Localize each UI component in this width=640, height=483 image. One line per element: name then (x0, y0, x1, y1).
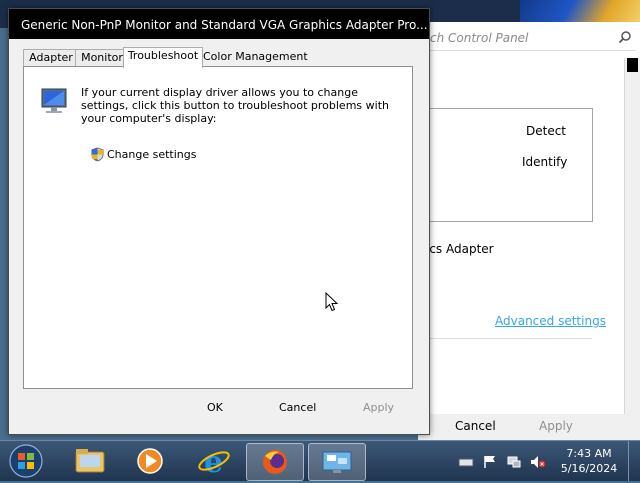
tab-label: Monitor (81, 51, 123, 64)
tab-troubleshoot[interactable]: Troubleshoot (123, 47, 203, 68)
background-scrollbar[interactable] (624, 58, 640, 414)
monitor-icon (41, 88, 67, 113)
identify-button[interactable]: Identify (522, 155, 567, 169)
taskbar: e 7:43 AM 5/16/2024 (0, 440, 640, 481)
action-center-flag-icon[interactable] (482, 455, 498, 469)
taskbar-firefox[interactable] (246, 443, 304, 481)
tab-label: Adapter (29, 51, 73, 64)
tab-color-management[interactable]: Color Management (200, 49, 308, 65)
taskbar-display-settings[interactable] (308, 443, 366, 481)
firefox-icon (263, 450, 287, 474)
change-settings-label: Change settings (107, 147, 197, 161)
start-orb-icon[interactable] (6, 443, 46, 479)
mouse-pointer-icon (325, 292, 339, 312)
show-desktop-button[interactable] (628, 441, 640, 481)
apply-button[interactable]: Apply (363, 401, 394, 414)
tab-label: Color Management (203, 50, 308, 63)
display-settings-icon (322, 451, 352, 473)
adapter-properties-dialog: Generic Non-PnP Monitor and Standard VGA… (8, 8, 430, 435)
tab-label: Troubleshoot (127, 49, 199, 62)
search-placeholder: ch Control Panel (430, 31, 529, 45)
internet-explorer-icon: e (198, 445, 230, 480)
ok-button[interactable]: OK (207, 401, 223, 414)
control-panel-search-box[interactable]: ch Control Panel (418, 26, 636, 51)
dialog-title: Generic Non-PnP Monitor and Standard VGA… (21, 18, 428, 32)
dialog-titlebar[interactable]: Generic Non-PnP Monitor and Standard VGA… (9, 9, 429, 39)
troubleshoot-panel: If your current display driver allows yo… (23, 66, 413, 389)
separator (426, 338, 592, 339)
advanced-settings-link[interactable]: Advanced settings (495, 314, 606, 328)
tab-adapter[interactable]: Adapter (23, 49, 79, 66)
volume-muted-icon[interactable] (530, 455, 546, 469)
tab-monitor[interactable]: Monitor (75, 49, 129, 66)
keyboard-icon[interactable] (458, 455, 474, 469)
clock-time: 7:43 AM (566, 447, 612, 460)
folder-icon (75, 449, 105, 473)
screen-resolution-window (418, 22, 640, 440)
taskbar-file-explorer[interactable] (62, 443, 118, 479)
change-settings-button[interactable]: Change settings (90, 146, 196, 162)
background-window-footer: Cancel Apply (418, 414, 640, 440)
uac-shield-icon (91, 147, 104, 161)
background-apply-button[interactable]: Apply (539, 419, 573, 433)
taskbar-media-player[interactable] (122, 443, 178, 479)
network-icon[interactable] (506, 455, 522, 469)
taskbar-clock[interactable]: 7:43 AM 5/16/2024 (556, 446, 622, 476)
media-player-icon (137, 448, 163, 474)
detect-button[interactable]: Detect (526, 124, 566, 138)
background-cancel-button[interactable]: Cancel (455, 419, 496, 433)
taskbar-internet-explorer[interactable]: e (186, 443, 242, 480)
cancel-button[interactable]: Cancel (279, 401, 316, 414)
svg-text:e: e (204, 445, 223, 479)
clock-date: 5/16/2024 (560, 462, 618, 475)
display-adapter-text: ics Adapter (426, 242, 494, 256)
monitor-arrangement-box[interactable] (426, 108, 593, 222)
search-icon[interactable] (618, 30, 632, 44)
troubleshoot-description: If your current display driver allows yo… (81, 86, 389, 125)
scrollbar-thumb[interactable] (627, 58, 638, 72)
